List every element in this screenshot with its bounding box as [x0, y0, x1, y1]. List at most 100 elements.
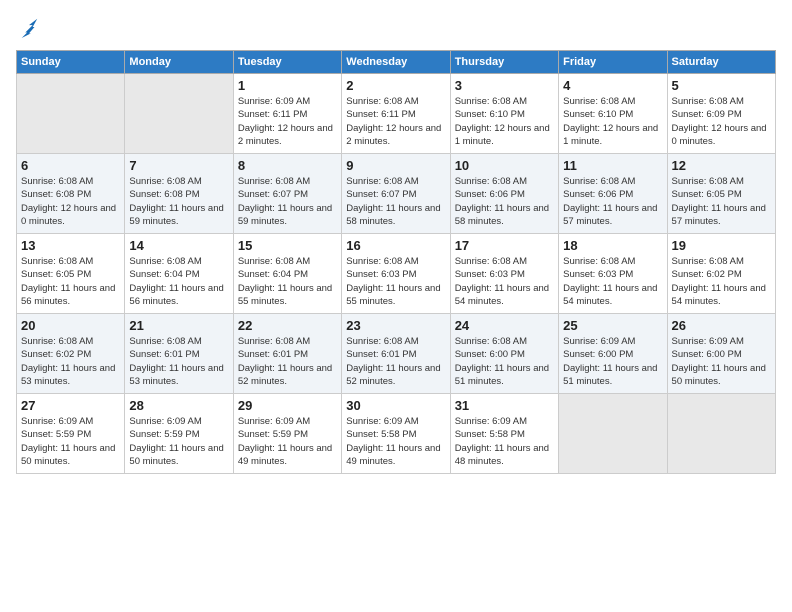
day-number: 9 [346, 158, 445, 173]
calendar-cell: 7Sunrise: 6:08 AMSunset: 6:08 PMDaylight… [125, 154, 233, 234]
day-number: 6 [21, 158, 120, 173]
day-info: Sunrise: 6:09 AMSunset: 5:59 PMDaylight:… [129, 415, 228, 468]
calendar-cell: 19 Sunrise: 6:08 AMSunset: 6:02 PMDayligh… [667, 234, 775, 314]
day-info: Sunrise: 6:09 AMSunset: 6:00 PMDaylight:… [672, 335, 771, 388]
calendar-cell: 4Sunrise: 6:08 AMSunset: 6:10 PMDaylight… [559, 74, 667, 154]
weekday-header: Sunday [17, 51, 125, 74]
calendar-cell: 8 Sunrise: 6:08 AMSunset: 6:07 PMDaylight… [233, 154, 341, 234]
calendar-cell: 28 Sunrise: 6:09 AMSunset: 5:59 PMDayligh… [125, 394, 233, 474]
day-info: Sunrise: 6:08 AMSunset: 6:03 PMDaylight:… [346, 255, 445, 308]
calendar-cell: 9 Sunrise: 6:08 AMSunset: 6:07 PMDaylight… [342, 154, 450, 234]
day-info: Sunrise: 6:08 AMSunset: 6:07 PMDaylight:… [346, 175, 445, 228]
day-number: 16 [346, 238, 445, 253]
day-info: Sunrise: 6:08 AMSunset: 6:11 PMDaylight:… [346, 95, 445, 148]
calendar-cell: 12 Sunrise: 6:08 AMSunset: 6:05 PMDayligh… [667, 154, 775, 234]
day-info: Sunrise: 6:08 AMSunset: 6:00 PMDaylight:… [455, 335, 554, 388]
day-number: 14 [129, 238, 228, 253]
day-info: Sunrise: 6:08 AMSunset: 6:04 PMDaylight:… [129, 255, 228, 308]
weekday-header: Tuesday [233, 51, 341, 74]
day-number: 21 [129, 318, 228, 333]
weekday-header: Friday [559, 51, 667, 74]
calendar-cell: 5 Sunrise: 6:08 AMSunset: 6:09 PMDaylight… [667, 74, 775, 154]
calendar-table: SundayMondayTuesdayWednesdayThursdayFrid… [16, 50, 776, 474]
day-number: 18 [563, 238, 662, 253]
calendar-cell: 30 Sunrise: 6:09 AMSunset: 5:58 PMDayligh… [342, 394, 450, 474]
day-number: 7 [129, 158, 228, 173]
day-info: Sunrise: 6:08 AMSunset: 6:04 PMDaylight:… [238, 255, 337, 308]
day-number: 30 [346, 398, 445, 413]
day-number: 31 [455, 398, 554, 413]
logo-bird-icon [18, 16, 40, 38]
calendar-cell: 13Sunrise: 6:08 AMSunset: 6:05 PMDayligh… [17, 234, 125, 314]
day-number: 20 [21, 318, 120, 333]
weekday-header: Saturday [667, 51, 775, 74]
calendar-cell [559, 394, 667, 474]
day-info: Sunrise: 6:08 AMSunset: 6:01 PMDaylight:… [238, 335, 337, 388]
day-info: Sunrise: 6:08 AMSunset: 6:02 PMDaylight:… [672, 255, 771, 308]
day-info: Sunrise: 6:08 AMSunset: 6:03 PMDaylight:… [455, 255, 554, 308]
calendar-cell: 1 Sunrise: 6:09 AMSunset: 6:11 PMDaylight… [233, 74, 341, 154]
calendar-week-row: 13Sunrise: 6:08 AMSunset: 6:05 PMDayligh… [17, 234, 776, 314]
calendar-cell: 25Sunrise: 6:09 AMSunset: 6:00 PMDayligh… [559, 314, 667, 394]
day-number: 17 [455, 238, 554, 253]
day-number: 15 [238, 238, 337, 253]
calendar-cell: 15 Sunrise: 6:08 AMSunset: 6:04 PMDayligh… [233, 234, 341, 314]
day-info: Sunrise: 6:08 AMSunset: 6:02 PMDaylight:… [21, 335, 120, 388]
calendar-cell: 10 Sunrise: 6:08 AMSunset: 6:06 PMDayligh… [450, 154, 558, 234]
weekday-header: Thursday [450, 51, 558, 74]
day-number: 27 [21, 398, 120, 413]
day-number: 12 [672, 158, 771, 173]
day-info: Sunrise: 6:08 AMSunset: 6:06 PMDaylight:… [563, 175, 662, 228]
day-number: 23 [346, 318, 445, 333]
calendar-cell [125, 74, 233, 154]
calendar-cell: 31Sunrise: 6:09 AMSunset: 5:58 PMDayligh… [450, 394, 558, 474]
day-number: 3 [455, 78, 554, 93]
day-info: Sunrise: 6:09 AMSunset: 5:59 PMDaylight:… [238, 415, 337, 468]
day-number: 2 [346, 78, 445, 93]
day-number: 4 [563, 78, 662, 93]
calendar-cell: 26 Sunrise: 6:09 AMSunset: 6:00 PMDayligh… [667, 314, 775, 394]
calendar-cell: 3 Sunrise: 6:08 AMSunset: 6:10 PMDaylight… [450, 74, 558, 154]
day-number: 24 [455, 318, 554, 333]
calendar-cell: 22Sunrise: 6:08 AMSunset: 6:01 PMDayligh… [233, 314, 341, 394]
day-number: 28 [129, 398, 228, 413]
day-info: Sunrise: 6:09 AMSunset: 6:00 PMDaylight:… [563, 335, 662, 388]
day-info: Sunrise: 6:09 AMSunset: 5:58 PMDaylight:… [346, 415, 445, 468]
day-number: 11 [563, 158, 662, 173]
day-info: Sunrise: 6:08 AMSunset: 6:07 PMDaylight:… [238, 175, 337, 228]
page-header [16, 16, 776, 38]
day-number: 1 [238, 78, 337, 93]
day-number: 29 [238, 398, 337, 413]
day-info: Sunrise: 6:08 AMSunset: 6:01 PMDaylight:… [346, 335, 445, 388]
day-info: Sunrise: 6:08 AMSunset: 6:06 PMDaylight:… [455, 175, 554, 228]
weekday-header: Wednesday [342, 51, 450, 74]
calendar-cell: 24 Sunrise: 6:08 AMSunset: 6:00 PMDayligh… [450, 314, 558, 394]
day-info: Sunrise: 6:09 AMSunset: 6:11 PMDaylight:… [238, 95, 337, 148]
day-number: 5 [672, 78, 771, 93]
day-number: 10 [455, 158, 554, 173]
day-number: 26 [672, 318, 771, 333]
header-row: SundayMondayTuesdayWednesdayThursdayFrid… [17, 51, 776, 74]
calendar-cell: 23 Sunrise: 6:08 AMSunset: 6:01 PMDayligh… [342, 314, 450, 394]
calendar-cell: 14 Sunrise: 6:08 AMSunset: 6:04 PMDayligh… [125, 234, 233, 314]
calendar-cell: 6Sunrise: 6:08 AMSunset: 6:08 PMDaylight… [17, 154, 125, 234]
calendar-week-row: 6Sunrise: 6:08 AMSunset: 6:08 PMDaylight… [17, 154, 776, 234]
day-info: Sunrise: 6:08 AMSunset: 6:05 PMDaylight:… [21, 255, 120, 308]
calendar-cell [667, 394, 775, 474]
day-number: 19 [672, 238, 771, 253]
day-info: Sunrise: 6:08 AMSunset: 6:05 PMDaylight:… [672, 175, 771, 228]
day-number: 8 [238, 158, 337, 173]
calendar-cell [17, 74, 125, 154]
calendar-week-row: 27 Sunrise: 6:09 AMSunset: 5:59 PMDayligh… [17, 394, 776, 474]
calendar-cell: 29 Sunrise: 6:09 AMSunset: 5:59 PMDayligh… [233, 394, 341, 474]
weekday-header: Monday [125, 51, 233, 74]
day-info: Sunrise: 6:08 AMSunset: 6:09 PMDaylight:… [672, 95, 771, 148]
calendar-week-row: 1 Sunrise: 6:09 AMSunset: 6:11 PMDaylight… [17, 74, 776, 154]
calendar-week-row: 20 Sunrise: 6:08 AMSunset: 6:02 PMDayligh… [17, 314, 776, 394]
calendar-cell: 11 Sunrise: 6:08 AMSunset: 6:06 PMDayligh… [559, 154, 667, 234]
logo [16, 16, 40, 38]
calendar-cell: 21Sunrise: 6:08 AMSunset: 6:01 PMDayligh… [125, 314, 233, 394]
calendar-cell: 20 Sunrise: 6:08 AMSunset: 6:02 PMDayligh… [17, 314, 125, 394]
calendar-cell: 17 Sunrise: 6:08 AMSunset: 6:03 PMDayligh… [450, 234, 558, 314]
day-info: Sunrise: 6:08 AMSunset: 6:10 PMDaylight:… [455, 95, 554, 148]
